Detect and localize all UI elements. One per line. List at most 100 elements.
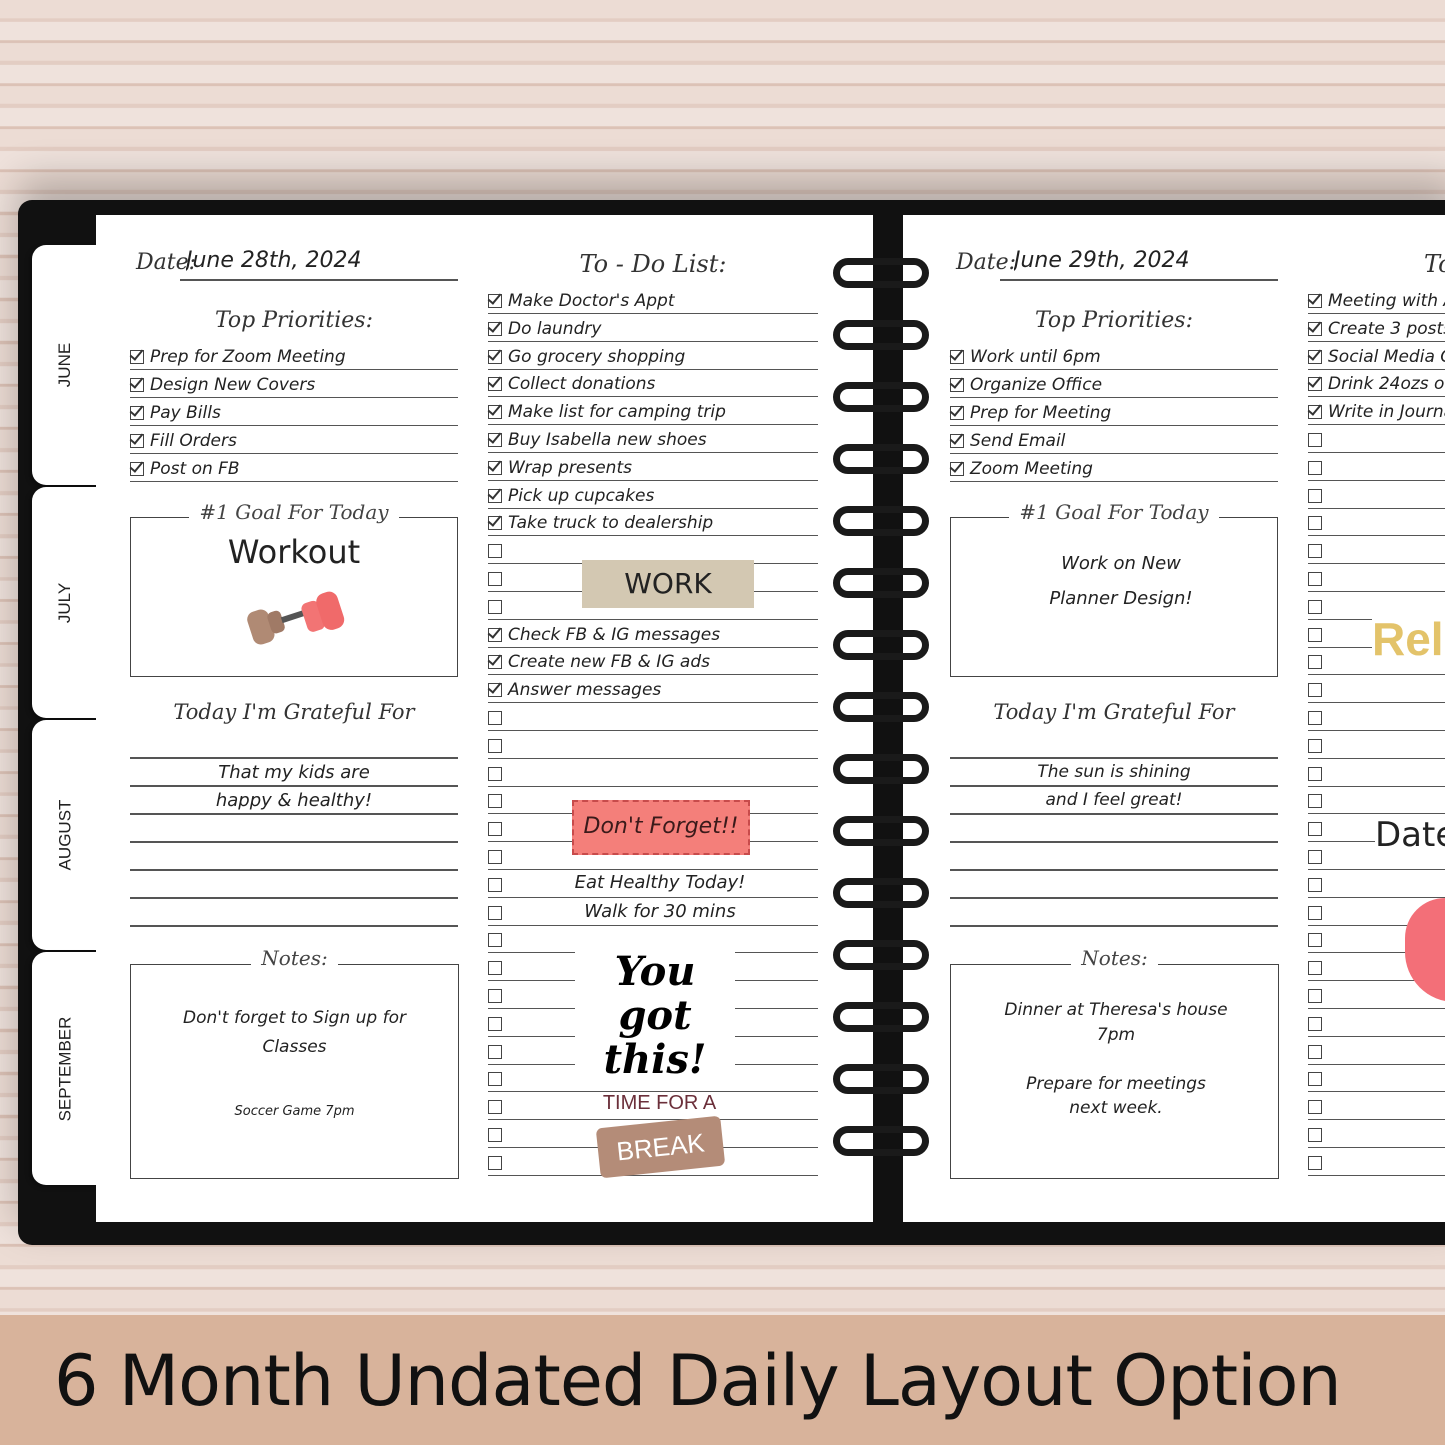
checkbox[interactable]: [950, 406, 964, 420]
checkbox[interactable]: [488, 1100, 502, 1115]
tab-september[interactable]: SEPTEMBER: [32, 952, 98, 1185]
spiral-ring: [833, 444, 929, 474]
checkbox[interactable]: [1308, 516, 1322, 531]
todo-row: [488, 759, 818, 787]
checkbox[interactable]: [1308, 349, 1322, 364]
tab-june[interactable]: JUNE: [32, 245, 98, 485]
checkbox[interactable]: [488, 961, 502, 976]
checkbox[interactable]: [1308, 572, 1322, 586]
checkbox[interactable]: [950, 434, 964, 448]
todo-text: Create 3 posts: [1328, 318, 1445, 339]
checkbox[interactable]: [488, 738, 502, 753]
checkbox[interactable]: [488, 1155, 502, 1170]
notes-title: Notes:: [251, 946, 338, 970]
checkbox[interactable]: [488, 1016, 502, 1031]
checkbox[interactable]: [1308, 1100, 1322, 1115]
checkbox[interactable]: [488, 599, 502, 614]
checkbox[interactable]: [488, 933, 502, 948]
spiral-ring: [833, 940, 929, 970]
todo-text: Answer messages: [508, 680, 662, 701]
priorities-title: Top Priorities:: [214, 308, 374, 333]
checkbox[interactable]: [488, 1128, 502, 1142]
tab-august[interactable]: AUGUST: [32, 720, 98, 950]
checkbox[interactable]: [1308, 989, 1322, 1003]
checkbox[interactable]: [130, 350, 144, 364]
writing-line: [130, 841, 458, 843]
checkbox[interactable]: [488, 516, 502, 531]
checkbox[interactable]: [1308, 433, 1322, 447]
checkbox[interactable]: [488, 294, 502, 308]
checkbox[interactable]: [488, 794, 502, 809]
checkbox[interactable]: [1308, 544, 1322, 559]
todo-row: Take truck to dealership: [488, 508, 818, 537]
checkbox[interactable]: [130, 462, 144, 476]
checkbox[interactable]: [488, 349, 502, 364]
checkbox[interactable]: [488, 711, 502, 725]
checkbox[interactable]: [1308, 794, 1322, 809]
checkbox[interactable]: [1308, 738, 1322, 753]
checkbox[interactable]: [488, 377, 502, 392]
checkbox[interactable]: [1308, 377, 1322, 392]
divider: [180, 279, 458, 281]
divider: [1000, 279, 1278, 281]
checkbox[interactable]: [1308, 905, 1322, 920]
checkbox[interactable]: [950, 462, 964, 476]
goal-title: #1 Goal For Today: [1009, 500, 1219, 524]
checkbox[interactable]: [1308, 1128, 1322, 1142]
checkbox[interactable]: [1308, 599, 1322, 614]
checkbox[interactable]: [488, 766, 502, 781]
checkbox[interactable]: [130, 434, 144, 448]
checkbox[interactable]: [488, 822, 502, 837]
checkbox[interactable]: [488, 460, 502, 475]
todo-row: [1308, 508, 1445, 537]
checkbox[interactable]: [488, 572, 502, 586]
checkbox[interactable]: [1308, 294, 1322, 308]
checkbox[interactable]: [488, 655, 502, 670]
checkbox[interactable]: [488, 989, 502, 1003]
todo-text: Meeting with Al: [1328, 291, 1445, 311]
todo-row: Organize Office: [950, 370, 1278, 398]
checkbox[interactable]: [488, 321, 502, 336]
tab-july[interactable]: JULY: [32, 487, 98, 718]
checkbox[interactable]: [1308, 961, 1322, 976]
checkbox[interactable]: [1308, 877, 1322, 892]
spiral-ring: [833, 1002, 929, 1032]
checkbox[interactable]: [1308, 1044, 1322, 1059]
relax-sticker: Rel: [1372, 612, 1445, 672]
checkbox[interactable]: [1308, 1016, 1322, 1031]
todo-text: Wrap presents: [508, 457, 632, 478]
checkbox[interactable]: [1308, 822, 1322, 837]
checkbox[interactable]: [1308, 766, 1322, 781]
checkbox[interactable]: [1308, 1155, 1322, 1170]
checkbox[interactable]: [488, 433, 502, 447]
checkbox[interactable]: [488, 877, 502, 892]
checkbox[interactable]: [488, 488, 502, 503]
checkbox[interactable]: [488, 405, 502, 420]
checkbox[interactable]: [1308, 488, 1322, 503]
checkbox[interactable]: [488, 683, 502, 698]
checkbox[interactable]: [1308, 405, 1322, 420]
checkbox[interactable]: [488, 1044, 502, 1059]
checkbox[interactable]: [488, 544, 502, 559]
checkbox[interactable]: [1308, 321, 1322, 336]
checkbox[interactable]: [1308, 933, 1322, 948]
checkbox[interactable]: [1308, 627, 1322, 642]
todo-row: [1308, 1009, 1445, 1037]
checkbox[interactable]: [488, 1072, 502, 1087]
checkbox[interactable]: [1308, 683, 1322, 698]
checkbox[interactable]: [130, 406, 144, 420]
checkbox[interactable]: [1308, 850, 1322, 864]
tab-label: AUGUST: [55, 799, 74, 871]
checkbox[interactable]: [950, 350, 964, 364]
checkbox[interactable]: [488, 905, 502, 920]
todo-row: Meeting with Al: [1308, 286, 1445, 314]
checkbox[interactable]: [130, 378, 144, 392]
checkbox[interactable]: [488, 627, 502, 642]
checkbox[interactable]: [488, 850, 502, 864]
spiral-ring: [833, 816, 929, 846]
checkbox[interactable]: [1308, 655, 1322, 670]
checkbox[interactable]: [1308, 460, 1322, 475]
checkbox[interactable]: [1308, 1072, 1322, 1087]
checkbox[interactable]: [1308, 711, 1322, 725]
checkbox[interactable]: [950, 378, 964, 392]
